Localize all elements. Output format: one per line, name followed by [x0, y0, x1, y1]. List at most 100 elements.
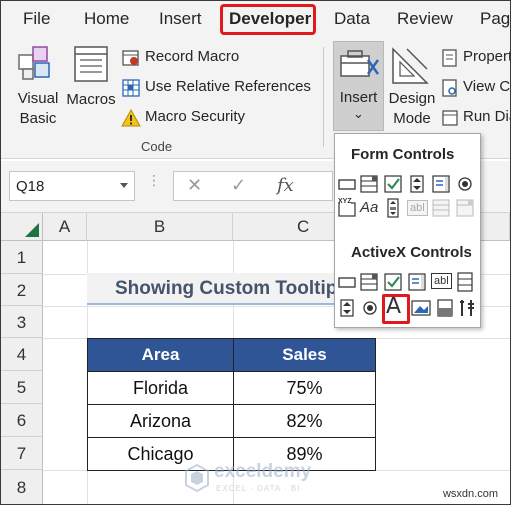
- chevron-down-icon[interactable]: [120, 183, 128, 188]
- record-macro-button[interactable]: Record Macro: [121, 47, 321, 69]
- cancel-icon[interactable]: ✕: [187, 175, 202, 196]
- row-header-1[interactable]: 1: [1, 241, 43, 274]
- tab-data[interactable]: Data: [334, 9, 370, 29]
- run-dialog-label: Run Dialog: [463, 108, 510, 125]
- cell-sales[interactable]: 75%: [233, 371, 376, 405]
- macro-security-button[interactable]: Macro Security: [121, 107, 321, 129]
- row-header-4[interactable]: 4: [1, 338, 43, 371]
- enter-icon[interactable]: ✓: [231, 175, 246, 196]
- code-group-label: Code: [141, 139, 173, 154]
- chevron-down-icon: ⌄: [353, 106, 364, 121]
- tab-page[interactable]: Page: [480, 9, 510, 29]
- activex-controls-heading: ActiveX Controls: [351, 244, 472, 261]
- site-watermark: wsxdn.com: [442, 488, 498, 500]
- run-dialog-button[interactable]: Run Dialog: [441, 107, 510, 129]
- watermark-tagline: EXCEL · DATA · BI: [216, 484, 301, 493]
- activex-text-box[interactable]: abl: [431, 273, 452, 289]
- record-macro-icon: [122, 50, 139, 66]
- row-header-7[interactable]: 7: [1, 437, 43, 470]
- exceldemy-watermark: exceldemy EXCEL · DATA · BI: [184, 459, 344, 499]
- macros-button[interactable]: Macros: [65, 43, 117, 123]
- header-area: Area: [87, 338, 234, 372]
- macros-label: Macros: [66, 91, 116, 108]
- design-mode-button[interactable]: Design Mode: [387, 43, 437, 129]
- row-header-3[interactable]: 3: [1, 306, 43, 338]
- sheet-title: Showing Custom Tooltip: [87, 273, 347, 305]
- activex-more-controls-icon[interactable]: [457, 298, 477, 318]
- view-code-icon: [442, 79, 457, 97]
- row-header-6[interactable]: 6: [1, 404, 43, 437]
- form-combo-box-icon[interactable]: [359, 174, 379, 194]
- ribbon-separator: [323, 47, 324, 147]
- form-button-icon[interactable]: [337, 174, 357, 194]
- ribbon-tabs: File Home Insert Developer Data Review P…: [1, 1, 510, 39]
- activex-check-box-icon[interactable]: [383, 272, 403, 292]
- column-header-a[interactable]: A: [43, 213, 87, 241]
- cell-sales[interactable]: 82%: [233, 404, 376, 438]
- activex-image-icon[interactable]: [411, 298, 433, 318]
- properties-button[interactable]: Properties: [441, 47, 510, 69]
- activex-list-box-icon[interactable]: [407, 272, 427, 292]
- exceldemy-logo-icon: [185, 463, 209, 493]
- view-code-label: View Code: [463, 78, 511, 95]
- design-mode-icon: [392, 47, 429, 84]
- watermark-name: exceldemy: [214, 461, 312, 482]
- table-row: Florida 75%: [87, 371, 376, 405]
- form-label-control[interactable]: Aa: [360, 199, 378, 216]
- table-header-row: Area Sales: [87, 338, 376, 372]
- form-check-box-icon[interactable]: [383, 174, 403, 194]
- macro-security-label: Macro Security: [145, 108, 246, 125]
- table-row: Arizona 82%: [87, 404, 376, 438]
- header-sales: Sales: [233, 338, 376, 372]
- design-mode-label-2: Mode: [393, 110, 431, 127]
- name-box-value: Q18: [16, 178, 45, 195]
- form-option-button-icon[interactable]: [455, 174, 475, 194]
- name-box[interactable]: Q18: [9, 171, 135, 201]
- activex-radio-button-icon[interactable]: [360, 298, 380, 318]
- form-group-box-label: XYZ: [338, 198, 352, 205]
- properties-icon: [442, 49, 457, 67]
- use-relative-references-button[interactable]: Use Relative References: [121, 77, 321, 99]
- tab-review[interactable]: Review: [397, 9, 453, 29]
- column-header-b[interactable]: B: [87, 213, 233, 241]
- visual-basic-label-2: Basic: [19, 110, 57, 127]
- row-header-5[interactable]: 5: [1, 371, 43, 404]
- row-header-2[interactable]: 2: [1, 274, 43, 306]
- insert-function-icon[interactable]: fx: [277, 175, 294, 196]
- form-controls-heading: Form Controls: [351, 146, 455, 163]
- label-control-highlight: [382, 294, 410, 324]
- view-code-button[interactable]: View Code: [441, 77, 511, 99]
- form-list-box-icon[interactable]: [431, 174, 451, 194]
- select-all-triangle-icon: [25, 223, 39, 237]
- use-relative-references-label: Use Relative References: [145, 78, 311, 95]
- row-header-8[interactable]: 8: [1, 470, 43, 504]
- activex-toggle-button-icon[interactable]: [435, 298, 455, 318]
- activex-spin-button-icon[interactable]: [337, 298, 357, 318]
- cell-area[interactable]: Arizona: [87, 404, 234, 438]
- relative-references-icon: [122, 79, 140, 97]
- insert-label: Insert: [339, 89, 378, 106]
- activex-combo-box-icon[interactable]: [359, 272, 379, 292]
- form-scroll-bar-icon[interactable]: [383, 198, 403, 218]
- tab-home[interactable]: Home: [84, 9, 129, 29]
- design-mode-label-1: Design: [388, 90, 436, 107]
- toolbox-icon: [340, 50, 380, 77]
- cell-area[interactable]: Florida: [87, 371, 234, 405]
- visual-basic-label-1: Visual: [17, 90, 59, 107]
- sales-table: Area Sales Florida 75% Arizona 82% Chica…: [87, 338, 376, 471]
- visual-basic-icon: [18, 46, 50, 80]
- excel-window: File Home Insert Developer Data Review P…: [0, 0, 511, 505]
- developer-tab-highlight: [220, 4, 316, 35]
- form-text-field-disabled: abl: [407, 200, 428, 216]
- activex-option-button-icon[interactable]: [455, 272, 475, 292]
- form-spin-button-icon[interactable]: [407, 174, 427, 194]
- properties-label: Properties: [463, 48, 510, 65]
- activex-command-button-icon[interactable]: [337, 272, 357, 292]
- visual-basic-button[interactable]: Visual Basic: [15, 43, 61, 127]
- insert-controls-button[interactable]: Insert ⌄: [333, 41, 384, 131]
- select-all-corner[interactable]: [1, 213, 43, 241]
- tab-insert[interactable]: Insert: [159, 9, 202, 29]
- form-combo-dropdown-disabled-icon: [456, 199, 474, 217]
- record-macro-label: Record Macro: [145, 48, 240, 65]
- tab-file[interactable]: File: [23, 9, 50, 29]
